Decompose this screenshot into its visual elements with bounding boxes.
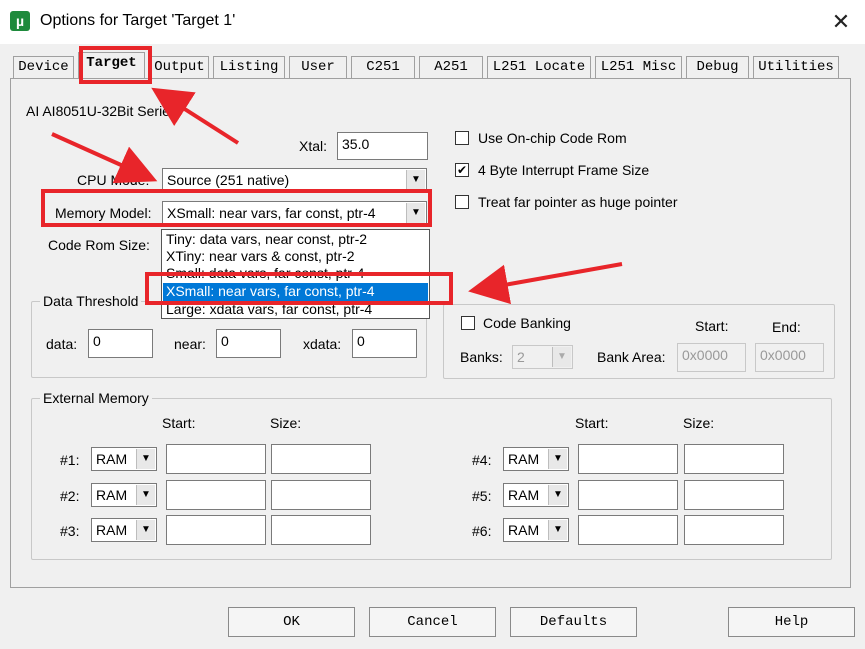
arrow-to-target-tab [151, 87, 240, 145]
arrow-to-cpu-mode [51, 132, 158, 184]
arrow-to-xsmall-option [468, 262, 623, 305]
annotation-arrows [51, 87, 623, 305]
